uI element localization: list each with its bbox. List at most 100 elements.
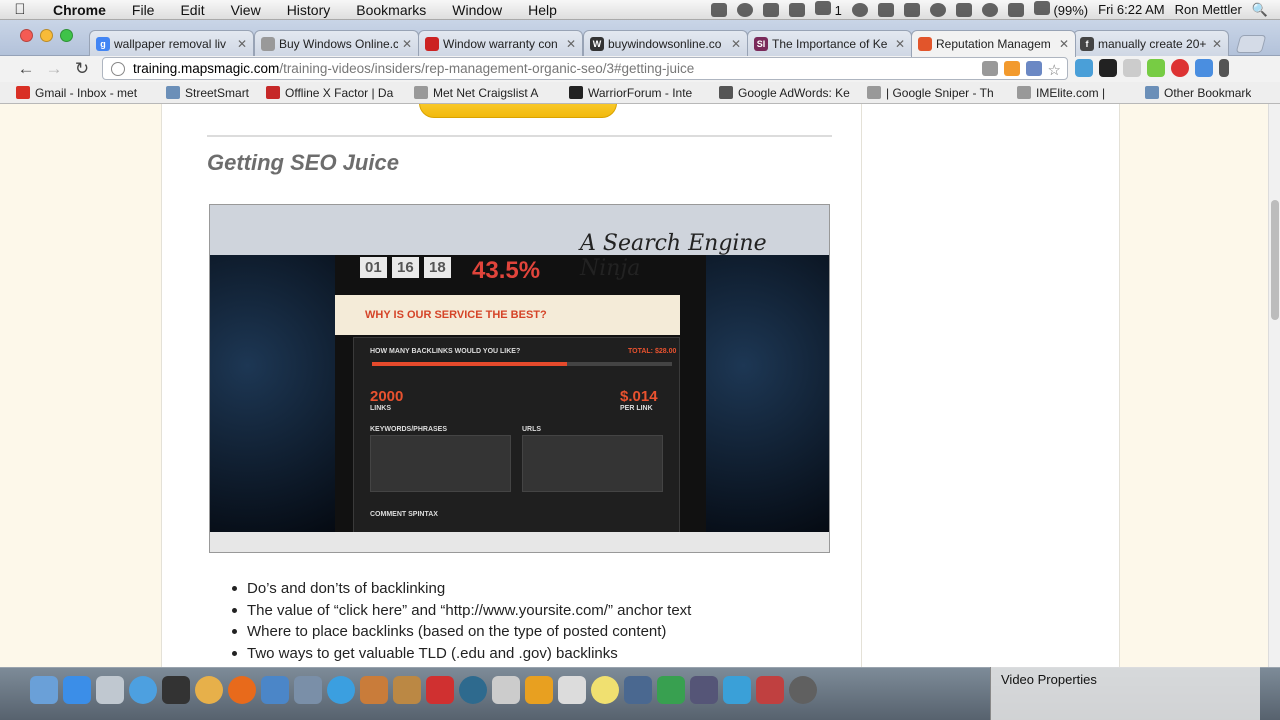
pagerank-extension-icon[interactable] bbox=[1099, 59, 1117, 77]
pages-icon[interactable] bbox=[525, 676, 553, 704]
bookmark-item[interactable]: WarriorForum - Inte bbox=[565, 86, 715, 100]
page-info-icon[interactable] bbox=[111, 61, 125, 76]
firefox-icon[interactable] bbox=[228, 676, 256, 704]
ninja-app-icon[interactable] bbox=[789, 676, 817, 704]
chrome-icon[interactable] bbox=[195, 676, 223, 704]
plus-extension-icon[interactable] bbox=[1195, 59, 1213, 77]
address-bar[interactable]: training.mapsmagic.com/training-videos/i… bbox=[102, 57, 1068, 80]
wrench-menu-icon[interactable] bbox=[1219, 59, 1229, 77]
menu-history[interactable]: History bbox=[274, 2, 344, 18]
video-player[interactable]: A Search Engine Ninja 01 16 18 43.5% WHY… bbox=[209, 204, 830, 553]
bookmark-item[interactable]: Met Net Craigslist A bbox=[410, 86, 565, 100]
menu-help[interactable]: Help bbox=[515, 2, 570, 18]
scrollbar-thumb[interactable] bbox=[1271, 200, 1279, 320]
preview-icon[interactable] bbox=[294, 676, 322, 704]
tab-close-icon[interactable]: ✕ bbox=[1212, 37, 1222, 51]
rss-icon[interactable] bbox=[1003, 61, 1020, 76]
color-extension-icon[interactable] bbox=[1147, 59, 1165, 77]
iphoto-icon[interactable] bbox=[360, 676, 388, 704]
record-icon[interactable] bbox=[762, 2, 779, 17]
itunes-icon[interactable] bbox=[327, 676, 355, 704]
minimize-window-button[interactable] bbox=[40, 29, 53, 42]
stop-extension-icon[interactable] bbox=[1171, 59, 1189, 77]
facetime-icon[interactable] bbox=[261, 676, 289, 704]
filezilla-icon[interactable] bbox=[426, 676, 454, 704]
numbers-icon[interactable] bbox=[657, 676, 685, 704]
mail-icon[interactable] bbox=[96, 676, 124, 704]
wifi-icon[interactable] bbox=[981, 2, 998, 17]
safari-icon[interactable] bbox=[129, 676, 157, 704]
settings-extension-icon[interactable] bbox=[1123, 59, 1141, 77]
lightbulb-icon[interactable] bbox=[981, 61, 998, 76]
menu-view[interactable]: View bbox=[218, 2, 274, 18]
tab-close-icon[interactable]: ✕ bbox=[237, 37, 247, 51]
camera-icon[interactable] bbox=[710, 2, 727, 17]
system-prefs-icon[interactable] bbox=[492, 676, 520, 704]
battery-status[interactable]: (99%) bbox=[1033, 1, 1088, 18]
volume-icon[interactable] bbox=[1007, 2, 1024, 17]
dashboard-icon[interactable] bbox=[162, 676, 190, 704]
browser-tab[interactable]: f manually create 20+ ✕ bbox=[1073, 30, 1229, 56]
xcode-icon[interactable] bbox=[723, 676, 751, 704]
browser-tab[interactable]: Buy Windows Online.c ✕ bbox=[254, 30, 419, 56]
new-tab-button[interactable] bbox=[1235, 35, 1267, 53]
app-store-icon[interactable] bbox=[63, 676, 91, 704]
adobe-app-icon[interactable] bbox=[756, 676, 784, 704]
aperture-icon[interactable] bbox=[736, 2, 753, 17]
bookmark-item[interactable]: IMElite.com | bbox=[1013, 86, 1141, 100]
menubar-user[interactable]: Ron Mettler bbox=[1175, 2, 1242, 17]
browser-tab[interactable]: SI The Importance of Ke ✕ bbox=[747, 30, 912, 56]
browser-tab[interactable]: Reputation Managem ✕ bbox=[911, 30, 1076, 57]
garageband-icon[interactable] bbox=[393, 676, 421, 704]
star-bookmark-icon[interactable]: ☆ bbox=[1048, 61, 1061, 79]
cursor-tool-icon[interactable] bbox=[788, 2, 805, 17]
apple-menu-icon[interactable]:  bbox=[0, 1, 40, 18]
finder-icon[interactable] bbox=[30, 676, 58, 704]
reload-button[interactable]: ↻ bbox=[68, 57, 96, 81]
menu-app-name[interactable]: Chrome bbox=[40, 2, 119, 18]
browser-tab[interactable]: g wallpaper removal liv ✕ bbox=[89, 30, 254, 56]
bookmark-item[interactable]: Other Bookmarks bbox=[1141, 86, 1251, 100]
imovie-icon[interactable] bbox=[690, 676, 718, 704]
menu-window[interactable]: Window bbox=[439, 2, 515, 18]
twitter-extension-icon[interactable] bbox=[1075, 59, 1093, 77]
forward-button[interactable]: → bbox=[40, 57, 68, 81]
tab-close-icon[interactable]: ✕ bbox=[1059, 37, 1069, 51]
browser-tab[interactable]: Wbuywindowsonline.co ✕ bbox=[583, 30, 748, 56]
menu-edit[interactable]: Edit bbox=[167, 2, 217, 18]
close-window-button[interactable] bbox=[20, 29, 33, 42]
tab-close-icon[interactable]: ✕ bbox=[566, 37, 576, 51]
bookmark-item[interactable]: Gmail - Inbox - met bbox=[12, 86, 162, 100]
bluetooth-icon[interactable] bbox=[955, 2, 972, 17]
tab-close-icon[interactable]: ✕ bbox=[895, 37, 905, 51]
bookmark-label: StreetSmart bbox=[185, 85, 250, 100]
time-machine-dock-icon[interactable] bbox=[459, 676, 487, 704]
grid-icon[interactable] bbox=[877, 2, 894, 17]
bookmark-item[interactable]: Google AdWords: Ke bbox=[715, 86, 863, 100]
video-keywords-box bbox=[370, 435, 511, 492]
tab-close-icon[interactable]: ✕ bbox=[731, 37, 741, 51]
adobe-badge[interactable]: 1 bbox=[814, 1, 842, 18]
menu-bookmarks[interactable]: Bookmarks bbox=[343, 2, 439, 18]
time-machine-icon[interactable] bbox=[929, 2, 946, 17]
screenflow-icon[interactable] bbox=[591, 676, 619, 704]
page-scrollbar[interactable] bbox=[1268, 104, 1280, 667]
browser-tab[interactable]: Window warranty con ✕ bbox=[418, 30, 583, 56]
textedit-icon[interactable] bbox=[558, 676, 586, 704]
zoom-window-button[interactable] bbox=[60, 29, 73, 42]
menubar-clock[interactable]: Fri 6:22 AM bbox=[1098, 2, 1164, 17]
tab-close-icon[interactable]: ✕ bbox=[402, 37, 412, 51]
page-action-icon[interactable] bbox=[1025, 61, 1042, 76]
video-slider bbox=[372, 362, 672, 366]
display-icon[interactable] bbox=[903, 2, 920, 17]
accessibility-icon[interactable] bbox=[851, 2, 868, 17]
back-button[interactable]: ← bbox=[12, 57, 40, 81]
bookmark-item[interactable]: | Google Sniper - Th bbox=[863, 86, 1013, 100]
video-properties-panel[interactable]: Video Properties bbox=[990, 667, 1260, 720]
menu-file[interactable]: File bbox=[119, 2, 168, 18]
spotlight-icon[interactable]: 🔍 bbox=[1252, 2, 1268, 18]
bookmark-item[interactable]: StreetSmart bbox=[162, 86, 262, 100]
bookmark-item[interactable]: Offline X Factor | Da bbox=[262, 86, 410, 100]
order-button[interactable] bbox=[419, 104, 617, 118]
keynote-icon[interactable] bbox=[624, 676, 652, 704]
